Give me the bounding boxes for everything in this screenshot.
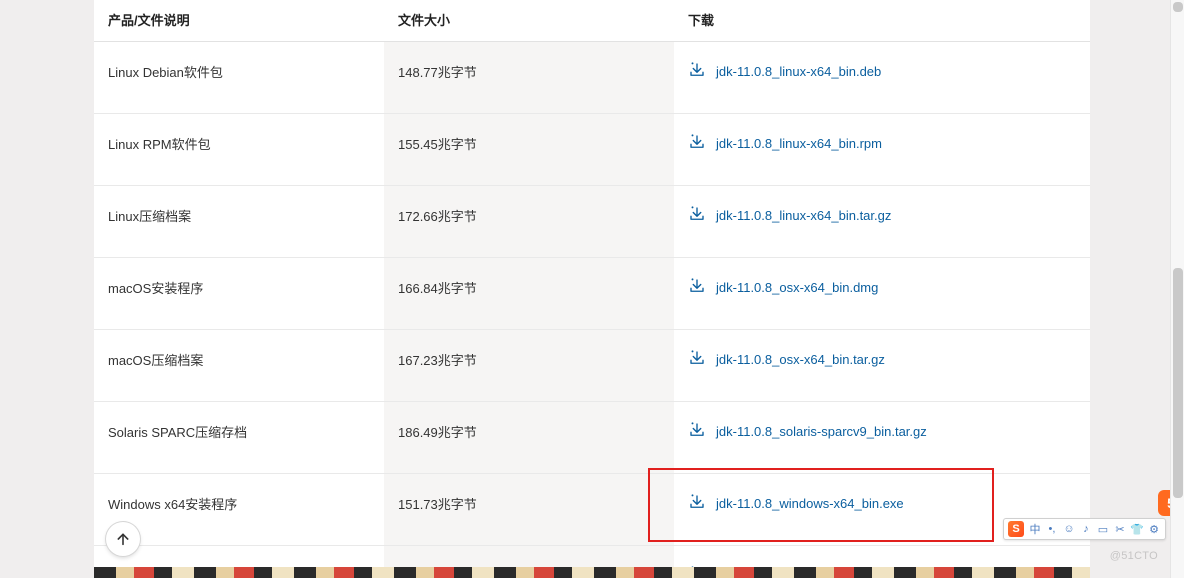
cell-product: macOS安装程序	[94, 258, 384, 330]
back-to-top-button[interactable]	[106, 522, 140, 556]
download-icon	[688, 60, 706, 83]
ime-item-icon[interactable]: ⚙	[1147, 522, 1161, 536]
watermark-text: @51CTO	[1110, 550, 1158, 562]
footer-decoration	[94, 567, 1090, 578]
download-icon	[688, 204, 706, 227]
col-header-download: 下载	[674, 0, 1090, 42]
download-icon	[688, 348, 706, 371]
cell-size: 167.23兆字节	[384, 330, 674, 402]
download-filename: jdk-11.0.8_osx-x64_bin.dmg	[716, 280, 878, 295]
download-filename: jdk-11.0.8_linux-x64_bin.deb	[716, 64, 881, 79]
cell-size: 148.77兆字节	[384, 42, 674, 114]
table-row: macOS安装程序166.84兆字节 jdk-11.0.8_osx-x64_bi…	[94, 258, 1090, 330]
download-link[interactable]: jdk-11.0.8_osx-x64_bin.dmg	[688, 276, 878, 299]
download-filename: jdk-11.0.8_linux-x64_bin.tar.gz	[716, 208, 891, 223]
download-filename: jdk-11.0.8_osx-x64_bin.tar.gz	[716, 352, 885, 367]
download-link[interactable]: jdk-11.0.8_windows-x64_bin.exe	[688, 492, 904, 515]
download-filename: jdk-11.0.8_solaris-sparcv9_bin.tar.gz	[716, 424, 927, 439]
ime-toolbar[interactable]: S 中•,☺♪▭✂👕⚙	[1003, 518, 1166, 540]
download-filename: jdk-11.0.8_linux-x64_bin.rpm	[716, 136, 882, 151]
arrow-up-icon	[115, 531, 131, 547]
table-row: macOS压缩档案167.23兆字节 jdk-11.0.8_osx-x64_bi…	[94, 330, 1090, 402]
cell-size: 155.45兆字节	[384, 114, 674, 186]
ime-item-icon[interactable]: 中	[1028, 522, 1042, 536]
cell-size: 166.84兆字节	[384, 258, 674, 330]
cell-product: Solaris SPARC压缩存档	[94, 402, 384, 474]
cell-product: macOS压缩档案	[94, 330, 384, 402]
scrollbar-thumb[interactable]	[1173, 268, 1183, 498]
ime-item-icon[interactable]: •,	[1045, 522, 1059, 536]
ime-logo-icon: S	[1008, 521, 1024, 537]
download-icon	[688, 132, 706, 155]
ime-item-icon[interactable]: ☺	[1062, 522, 1076, 536]
cell-product: Linux Debian软件包	[94, 42, 384, 114]
table-row: Windows x64安装程序151.73兆字节 jdk-11.0.8_wind…	[94, 474, 1090, 546]
cell-download: jdk-11.0.8_linux-x64_bin.tar.gz	[674, 186, 1090, 258]
page-scrollbar[interactable]	[1170, 0, 1184, 578]
cell-product: Linux压缩档案	[94, 186, 384, 258]
cell-download: jdk-11.0.8_linux-x64_bin.deb	[674, 42, 1090, 114]
table-row: Linux Debian软件包148.77兆字节 jdk-11.0.8_linu…	[94, 42, 1090, 114]
downloads-panel: 产品/文件说明 文件大小 下载 Linux Debian软件包148.77兆字节…	[94, 0, 1090, 570]
download-link[interactable]: jdk-11.0.8_solaris-sparcv9_bin.tar.gz	[688, 420, 927, 443]
cell-download: jdk-11.0.8_osx-x64_bin.tar.gz	[674, 330, 1090, 402]
download-icon	[688, 276, 706, 299]
cell-product: Linux RPM软件包	[94, 114, 384, 186]
downloads-table: 产品/文件说明 文件大小 下载 Linux Debian软件包148.77兆字节…	[94, 0, 1090, 578]
download-icon	[688, 420, 706, 443]
cell-size: 151.73兆字节	[384, 474, 674, 546]
ime-item-icon[interactable]: ✂	[1113, 522, 1127, 536]
col-header-size: 文件大小	[384, 0, 674, 42]
download-link[interactable]: jdk-11.0.8_osx-x64_bin.tar.gz	[688, 348, 885, 371]
download-filename: jdk-11.0.8_windows-x64_bin.exe	[716, 496, 904, 511]
download-icon	[688, 492, 706, 515]
cell-size: 172.66兆字节	[384, 186, 674, 258]
cell-size: 186.49兆字节	[384, 402, 674, 474]
download-link[interactable]: jdk-11.0.8_linux-x64_bin.tar.gz	[688, 204, 891, 227]
cell-download: jdk-11.0.8_solaris-sparcv9_bin.tar.gz	[674, 402, 1090, 474]
ime-item-icon[interactable]: ▭	[1096, 522, 1110, 536]
table-row: Linux压缩档案172.66兆字节 jdk-11.0.8_linux-x64_…	[94, 186, 1090, 258]
table-row: Solaris SPARC压缩存档186.49兆字节 jdk-11.0.8_so…	[94, 402, 1090, 474]
cell-download: jdk-11.0.8_osx-x64_bin.dmg	[674, 258, 1090, 330]
cell-download: jdk-11.0.8_linux-x64_bin.rpm	[674, 114, 1090, 186]
scrollbar-arrow-top[interactable]	[1173, 2, 1183, 12]
ime-item-icon[interactable]: 👕	[1130, 522, 1144, 536]
table-row: Linux RPM软件包155.45兆字节 jdk-11.0.8_linux-x…	[94, 114, 1090, 186]
ime-item-icon[interactable]: ♪	[1079, 522, 1093, 536]
download-link[interactable]: jdk-11.0.8_linux-x64_bin.deb	[688, 60, 881, 83]
col-header-product: 产品/文件说明	[94, 0, 384, 42]
download-link[interactable]: jdk-11.0.8_linux-x64_bin.rpm	[688, 132, 882, 155]
